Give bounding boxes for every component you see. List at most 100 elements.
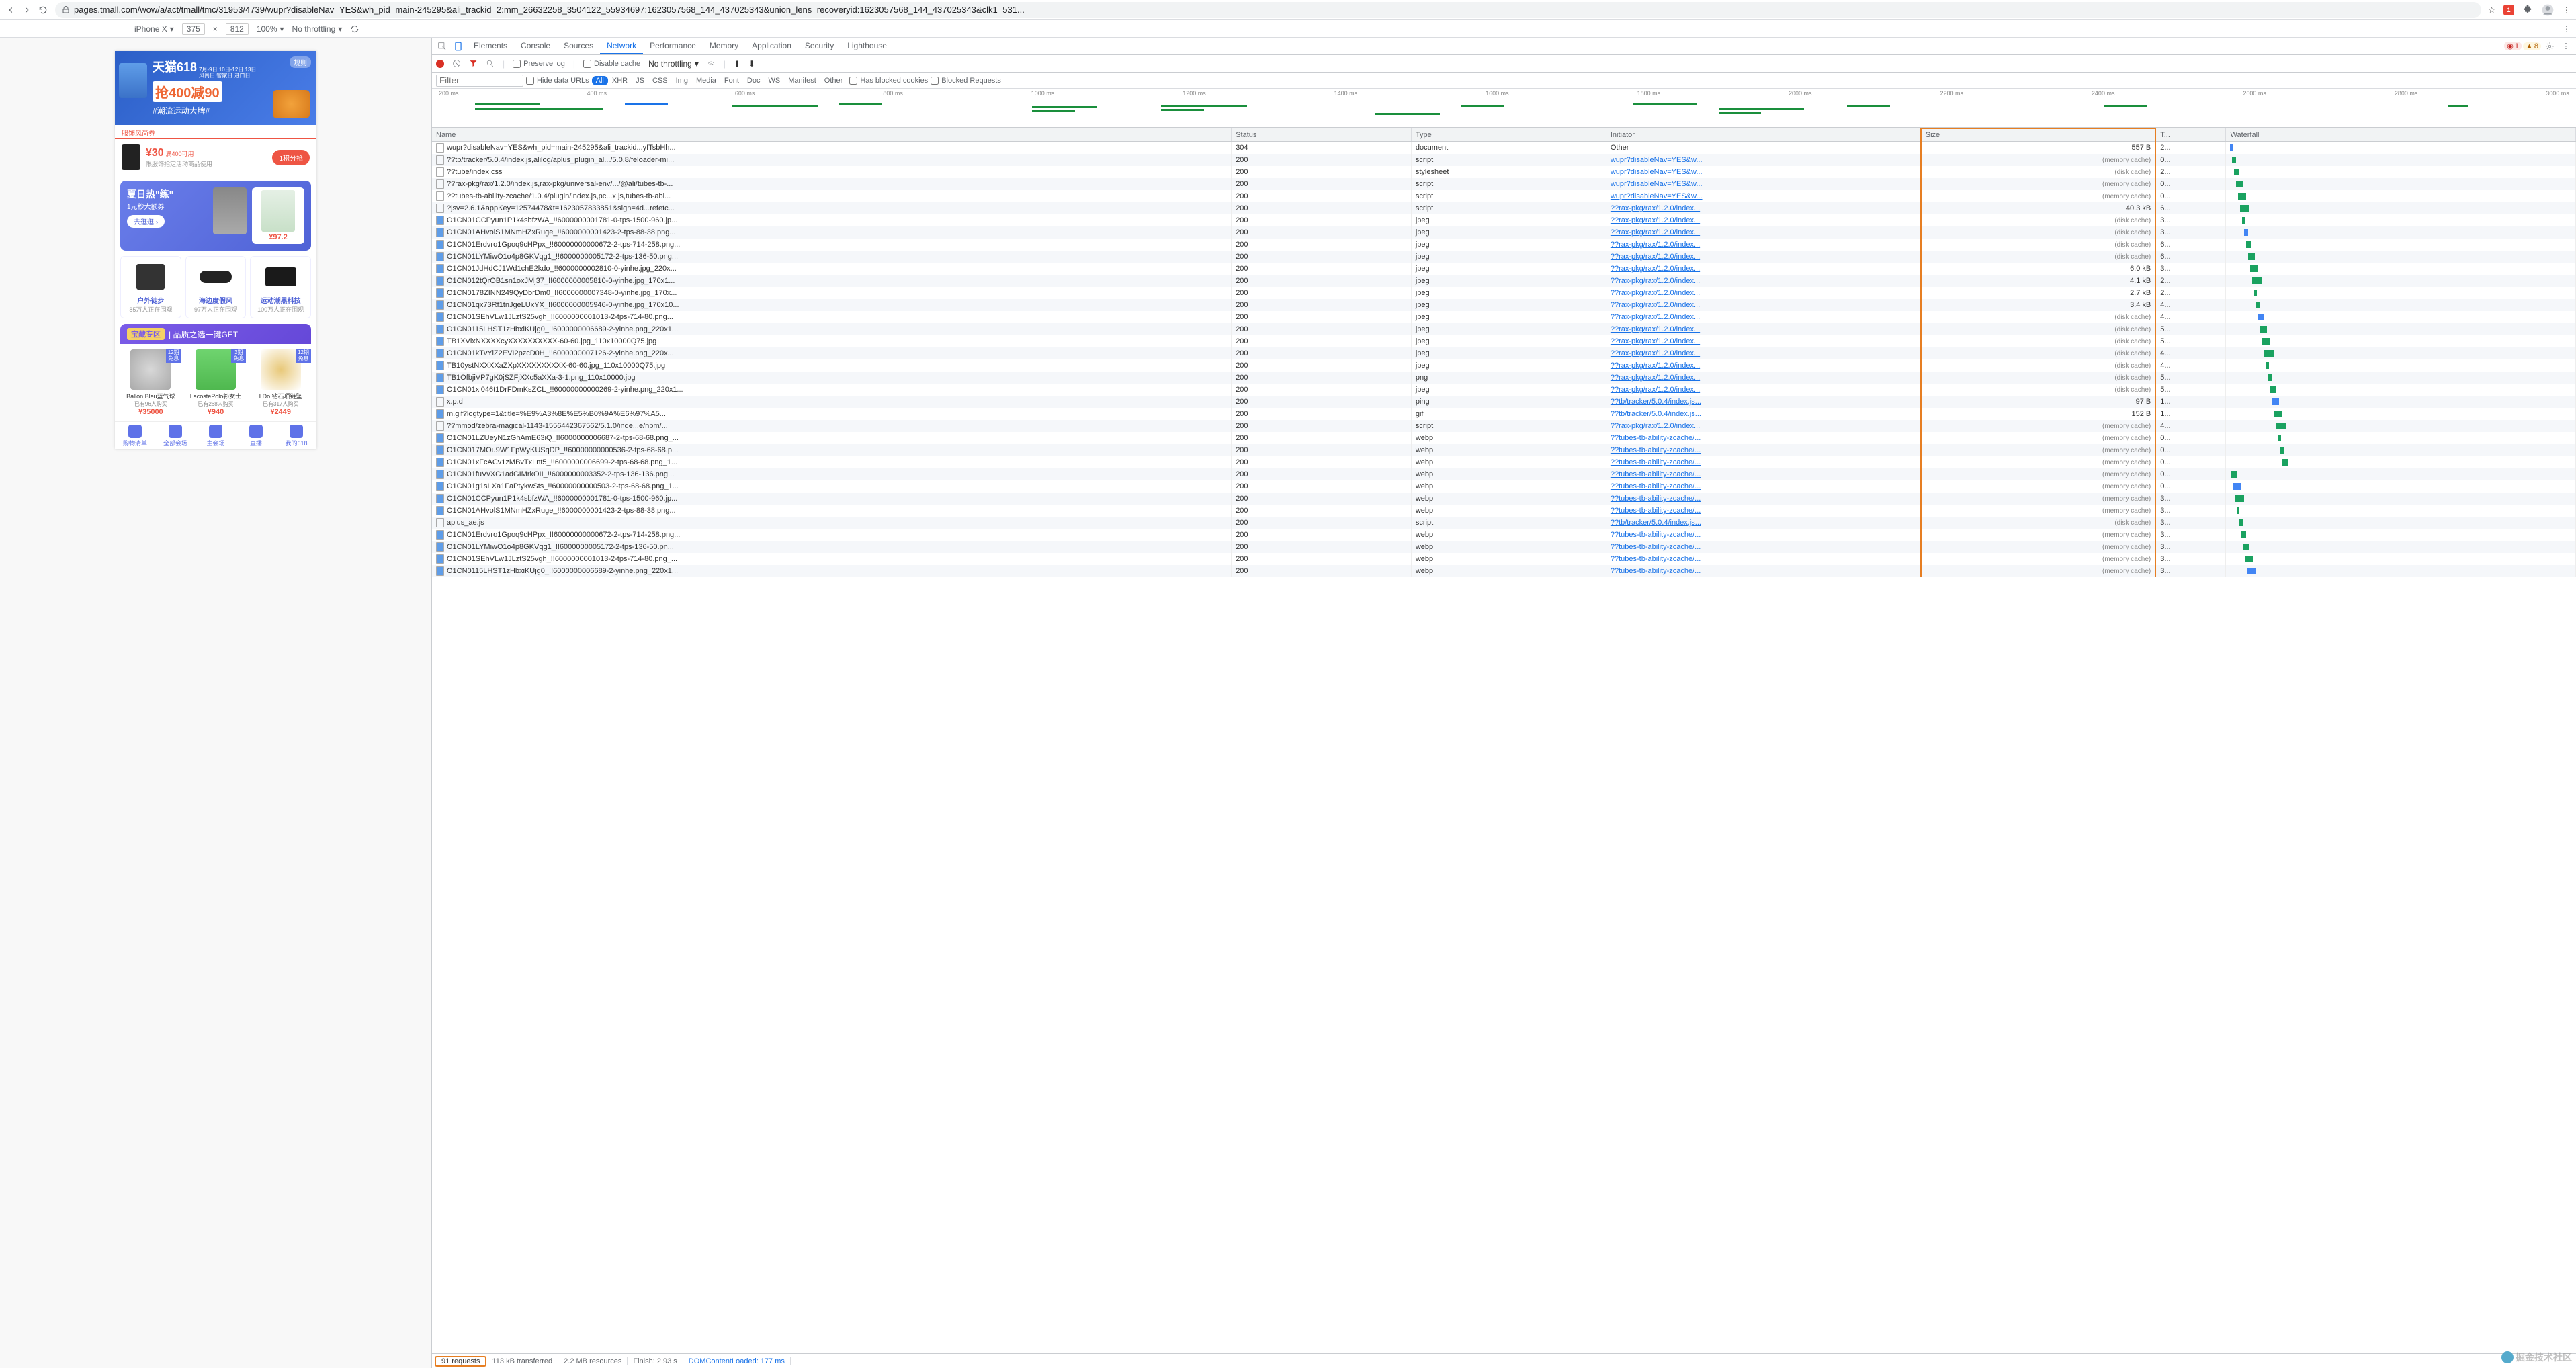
network-request-row[interactable]: O1CN012tQrOB1sn1oxJMj37_!!6000000005810-… [432,275,2576,287]
devtools-tab-elements[interactable]: Elements [467,38,514,54]
network-request-row[interactable]: O1CN01qx73Rf1tnJgeLUxYX_!!6000000005946-… [432,299,2576,311]
bottom-tab-item[interactable]: 主会场 [196,425,236,447]
request-initiator[interactable]: wupr?disableNav=YES&w... [1606,154,1920,166]
network-request-row[interactable]: TB10ystNXXXXaZXpXXXXXXXXXX-60-60.jpg_110… [432,359,2576,372]
network-request-row[interactable]: O1CN01SEhVLw1JLztS25vgh_!!6000000001013-… [432,553,2576,565]
device-height[interactable]: 812 [226,23,249,35]
col-status-header[interactable]: Status [1232,128,1412,142]
request-initiator[interactable]: ??tubes-tb-ability-zcache/... [1606,493,1920,505]
network-request-row[interactable]: ??tube/index.css200stylesheetwupr?disabl… [432,166,2576,178]
network-request-row[interactable]: O1CN017MOu9W1FpWyKUSqDP_!!60000000000536… [432,444,2576,456]
device-width[interactable]: 375 [182,23,205,35]
download-har-icon[interactable]: ⬇ [748,59,755,69]
devtools-tab-console[interactable]: Console [514,38,557,54]
star-icon[interactable]: ☆ [2488,5,2495,15]
request-initiator[interactable]: ??tb/tracker/5.0.4/index.js... [1606,517,1920,529]
network-request-row[interactable]: x.p.d200ping??tb/tracker/5.0.4/index.js.… [432,396,2576,408]
request-initiator[interactable]: wupr?disableNav=YES&w... [1606,166,1920,178]
bottom-tab-item[interactable]: 我的618 [276,425,316,447]
col-waterfall-header[interactable]: Waterfall [2226,128,2576,142]
request-initiator[interactable]: ??rax-pkg/rax/1.2.0/index... [1606,372,1920,384]
filter-type-css[interactable]: CSS [648,76,672,85]
filter-type-js[interactable]: JS [632,76,648,85]
category-card[interactable]: 海边度假风97万人正在围观 [185,256,247,318]
forward-button[interactable] [22,5,32,15]
network-request-row[interactable]: O1CN01kTvYiZ2EVI2pzcD0H_!!6000000007126-… [432,347,2576,359]
network-request-table[interactable]: Name Status Type Initiator Size T... Wat… [432,128,2576,1353]
network-request-row[interactable]: O1CN0115LHST1zHbxiKUjg0_!!6000000006689-… [432,565,2576,577]
col-time-header[interactable]: T... [2155,128,2226,142]
request-initiator[interactable]: ??rax-pkg/rax/1.2.0/index... [1606,299,1920,311]
device-selector[interactable]: iPhone X ▾ [134,24,174,34]
devtools-tab-sources[interactable]: Sources [557,38,600,54]
coupon-card[interactable]: ¥30 满400可用 限服饰指定活动商品使用 1积分抢 [115,138,316,175]
search-icon[interactable] [486,59,495,68]
filter-type-media[interactable]: Media [692,76,720,85]
network-request-row[interactable]: TB1OfbjiVP7gK0jSZFjXXc5aXXa-3-1.png_110x… [432,372,2576,384]
device-mode-icon[interactable] [451,39,466,54]
network-request-row[interactable]: O1CN01AHvolS1MNmHZxRuge_!!6000000001423-… [432,505,2576,517]
category-card[interactable]: 运动潮黑科技100万人正在围观 [250,256,311,318]
request-initiator[interactable]: ??tubes-tb-ability-zcache/... [1606,565,1920,577]
profile-avatar-icon[interactable] [2541,3,2554,17]
devtools-tab-security[interactable]: Security [798,38,841,54]
bottom-tab-item[interactable]: 全部会场 [155,425,196,447]
request-initiator[interactable]: ??rax-pkg/rax/1.2.0/index... [1606,420,1920,432]
filter-type-font[interactable]: Font [720,76,743,85]
back-button[interactable] [5,5,16,15]
filter-type-xhr[interactable]: XHR [608,76,632,85]
devtools-tab-lighthouse[interactable]: Lighthouse [841,38,894,54]
timeline-overview[interactable]: 200 ms400 ms600 ms800 ms1000 ms1200 ms14… [432,89,2576,128]
network-request-row[interactable]: O1CN01SEhVLw1JLztS25vgh_!!6000000001013-… [432,311,2576,323]
go-shop-button[interactable]: 去逛逛 › [127,215,165,228]
filter-input[interactable] [436,75,523,87]
devtools-tab-memory[interactable]: Memory [703,38,745,54]
settings-gear-icon[interactable] [2542,39,2557,54]
mobile-viewport[interactable]: 规则 天猫618 7月-9日 10日-12日 13日风尚日 智家日 进口日 抢4… [115,51,316,449]
network-request-row[interactable]: TB1XVlxNXXXXcyXXXXXXXXXX-60-60.jpg_110x1… [432,335,2576,347]
col-size-header[interactable]: Size [1921,128,2155,142]
request-initiator[interactable]: ??tubes-tb-ability-zcache/... [1606,456,1920,468]
zoom-selector[interactable]: 100% ▾ [257,24,284,34]
throttling-selector[interactable]: No throttling ▾ [292,24,343,34]
request-initiator[interactable]: ??rax-pkg/rax/1.2.0/index... [1606,214,1920,226]
request-initiator[interactable]: wupr?disableNav=YES&w... [1606,178,1920,190]
record-button[interactable] [436,60,444,68]
request-initiator[interactable]: ??tubes-tb-ability-zcache/... [1606,541,1920,553]
request-initiator[interactable]: ??tubes-tb-ability-zcache/... [1606,480,1920,493]
network-request-row[interactable]: O1CN01xFcACv1zMBvTxLnt5_!!6000000006699-… [432,456,2576,468]
chrome-menu-icon[interactable]: ⋮ [2563,5,2571,15]
extension-icon[interactable]: 1 [2503,5,2514,15]
network-request-row[interactable]: O1CN01LZUeyN1zGhAmE63iQ_!!6000000006687-… [432,432,2576,444]
product-card[interactable]: 12期免息I Do 钻石项链坠已有317人购买¥2449 [250,349,311,416]
request-initiator[interactable]: ??tb/tracker/5.0.4/index.js... [1606,396,1920,408]
filter-type-all[interactable]: All [592,76,608,85]
request-initiator[interactable]: Other [1606,142,1920,155]
product-card[interactable]: 12期免息Ballon Bleu蓝气球已有96人购买¥35000 [120,349,181,416]
request-initiator[interactable]: ??tb/tracker/5.0.4/index.js... [1606,408,1920,420]
clear-button[interactable] [452,59,461,68]
request-initiator[interactable]: ??tubes-tb-ability-zcache/... [1606,468,1920,480]
network-request-row[interactable]: O1CN01JdHdCJ1Wd1chE2kdo_!!6000000002810-… [432,263,2576,275]
request-initiator[interactable]: ??rax-pkg/rax/1.2.0/index... [1606,359,1920,372]
request-initiator[interactable]: ??rax-pkg/rax/1.2.0/index... [1606,323,1920,335]
network-request-row[interactable]: ??rax-pkg/rax/1.2.0/index.js,rax-pkg/uni… [432,178,2576,190]
rules-button[interactable]: 规则 [290,56,311,68]
network-request-row[interactable]: ??tb/tracker/5.0.4/index.js,alilog/aplus… [432,154,2576,166]
network-conditions-icon[interactable] [707,59,716,68]
col-initiator-header[interactable]: Initiator [1606,128,1920,142]
blocked-requests-checkbox[interactable]: Blocked Requests [931,77,1001,85]
disable-cache-checkbox[interactable]: Disable cache [583,60,640,68]
filter-funnel-icon[interactable] [469,59,478,68]
category-card[interactable]: 户外徒步85万人正在围观 [120,256,181,318]
upload-har-icon[interactable]: ⬆ [734,59,740,69]
hide-data-urls-checkbox[interactable]: Hide data URLs [526,77,589,85]
col-name-header[interactable]: Name [432,128,1232,142]
filter-type-manifest[interactable]: Manifest [784,76,820,85]
has-blocked-cookies-checkbox[interactable]: Has blocked cookies [849,77,928,85]
device-menu-icon[interactable]: ⋮ [2563,24,2571,34]
network-request-row[interactable]: O1CN0178ZINN249QyDbrDm0_!!6000000007348-… [432,287,2576,299]
network-request-row[interactable]: O1CN01xi046t1DrFDmKsZCL_!!60000000000269… [432,384,2576,396]
inspect-element-icon[interactable] [435,39,449,54]
product-card[interactable]: 3期免息LacostePolo衫女士已有268人购买¥940 [185,349,247,416]
